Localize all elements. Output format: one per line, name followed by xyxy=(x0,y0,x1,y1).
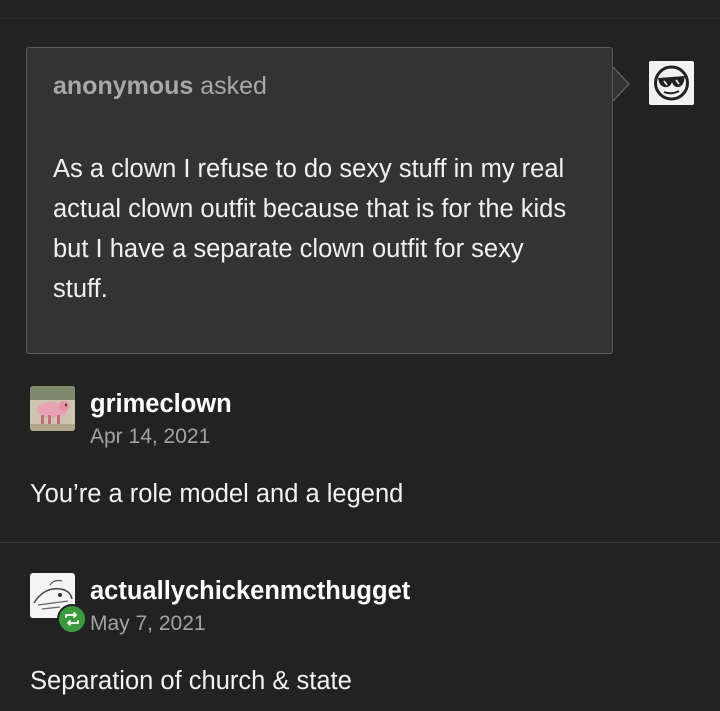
ask-verb: asked xyxy=(200,72,267,100)
reply-text: Separation of church & state xyxy=(30,667,352,695)
ask-pointer xyxy=(613,67,631,101)
sunglasses-face-icon xyxy=(654,65,689,101)
post-date: Apr 14, 2021 xyxy=(90,425,211,448)
ask-box: anonymous asked As a clown I refuse to d… xyxy=(26,47,613,354)
reblog-badge xyxy=(57,604,87,634)
reply-divider xyxy=(0,542,720,543)
username[interactable]: grimeclown xyxy=(90,390,232,419)
reblog-icon xyxy=(65,612,79,626)
pink-creature-avatar xyxy=(30,386,75,431)
asker-name: anonymous xyxy=(53,72,194,100)
avatar[interactable] xyxy=(30,386,75,431)
ask-header: anonymous asked xyxy=(53,72,267,101)
top-divider xyxy=(0,18,720,19)
anonymous-avatar[interactable] xyxy=(649,61,694,105)
post-date: May 7, 2021 xyxy=(90,612,206,635)
reply-text: You’re a role model and a legend xyxy=(30,480,404,508)
username[interactable]: actuallychickenmcthugget xyxy=(90,577,410,606)
ask-question-text: As a clown I refuse to do sexy stuff in … xyxy=(53,155,567,303)
